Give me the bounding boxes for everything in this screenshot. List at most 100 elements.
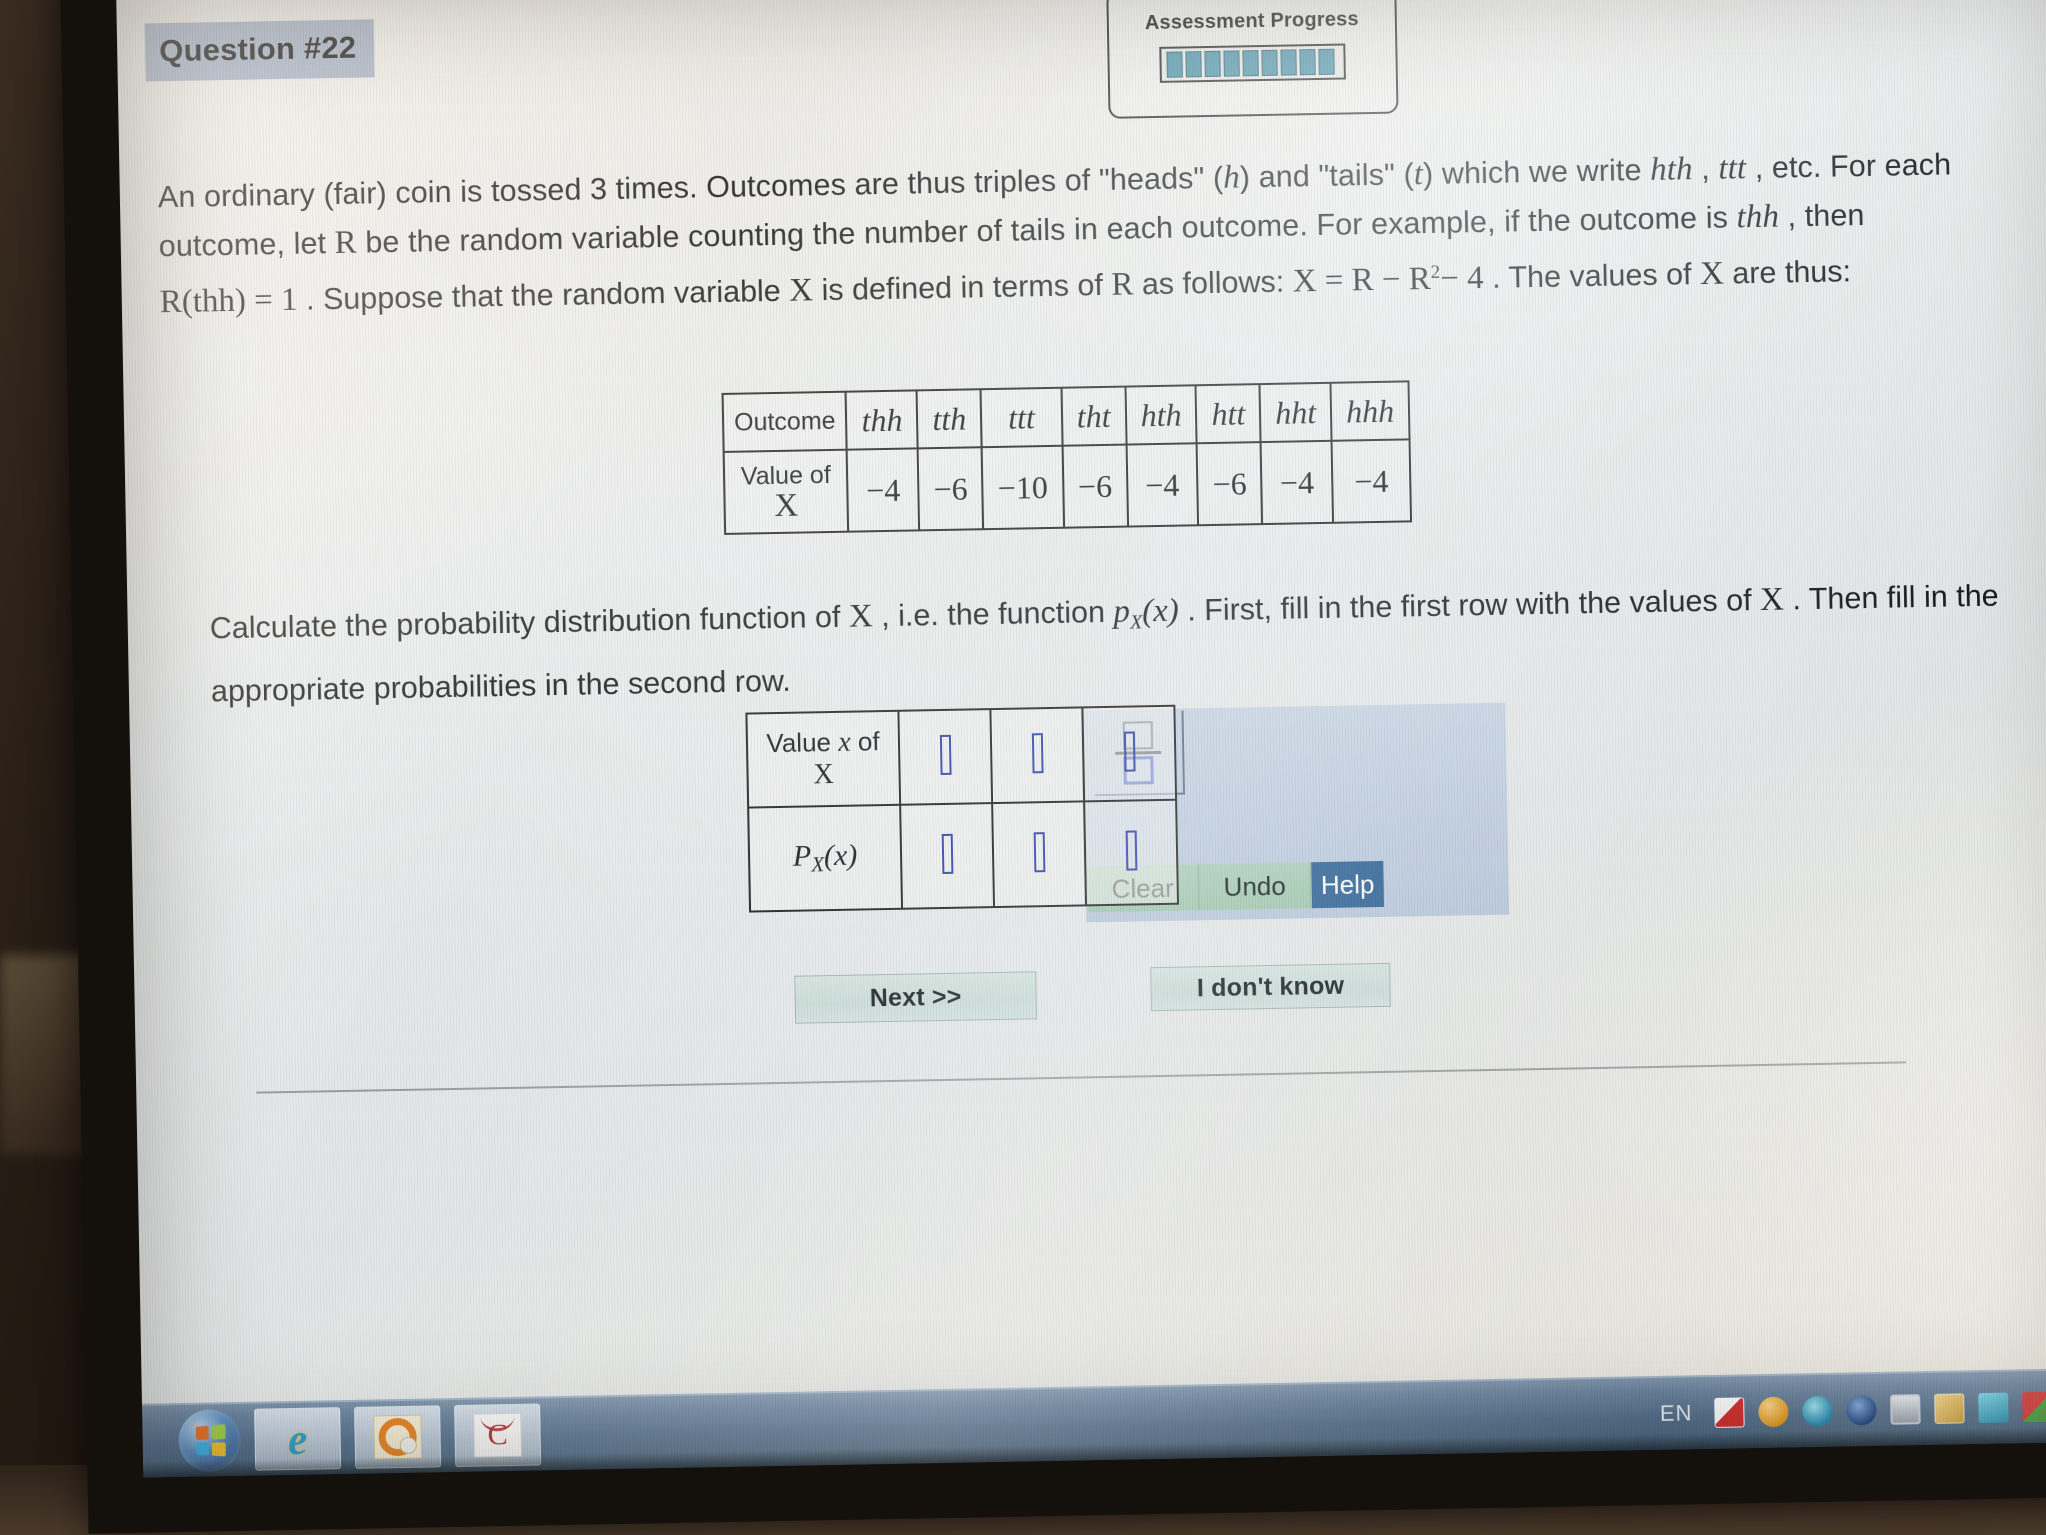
assessment-page: Question #22 Assessment Progress An ordi… — [116, 0, 2046, 1478]
text-cursor-icon[interactable] — [1123, 730, 1136, 772]
value-x-label-mid: of — [850, 726, 880, 757]
outcome-cell: hht — [1259, 382, 1332, 443]
q1-text-g: , then — [1778, 198, 1865, 234]
progress-segment — [1299, 49, 1316, 76]
value-x-label-var-x: x — [837, 726, 851, 758]
example-thh: thh — [1736, 198, 1780, 236]
antivirus-icon[interactable] — [1714, 1397, 1745, 1428]
value-x-input-cell-2[interactable] — [990, 707, 1085, 804]
update-icon[interactable] — [1758, 1396, 1789, 1428]
example-ttt: ttt — [1718, 150, 1747, 187]
value-cell: −6 — [1197, 442, 1263, 526]
outcome-row-header: Outcome — [722, 391, 848, 452]
q2-text-b: . Suppose that the random variable — [297, 273, 790, 317]
var-R: R — [334, 224, 358, 262]
value-cell: −6 — [1062, 444, 1128, 528]
next-button[interactable]: Next >> — [794, 971, 1038, 1024]
value-cell: −4 — [1260, 440, 1334, 525]
value-x-input-cell-3[interactable] — [1082, 705, 1177, 802]
probability-input-cell-2[interactable] — [992, 801, 1087, 908]
pmf-symbol-argument: (x) — [1141, 592, 1180, 630]
var-R-2: R — [1111, 266, 1134, 303]
progress-segment — [1185, 51, 1202, 78]
formula-equals-one: = 1 — [245, 281, 298, 319]
assessment-progress-label: Assessment Progress — [1144, 8, 1359, 35]
text-cursor-icon[interactable] — [939, 734, 952, 775]
assessment-progress-bar — [1159, 43, 1346, 83]
monitor-screen: Question #22 Assessment Progress An ordi… — [116, 0, 2046, 1478]
instruction-part-c: . First, fill in the first row with the … — [1178, 582, 1761, 628]
value-cell: −4 — [1126, 443, 1199, 527]
instruction-text: Calculate the probability distribution f… — [209, 569, 2021, 717]
progress-segment — [1204, 50, 1221, 78]
var-X-2: X — [1699, 255, 1725, 293]
text-cursor-icon[interactable] — [1033, 831, 1045, 872]
value-x-label-prefix: Value — [766, 726, 839, 759]
value-cell: −4 — [847, 448, 920, 532]
instruction-var-X-2: X — [1759, 581, 1785, 618]
probability-input-cell-1[interactable] — [900, 803, 995, 909]
formula-minus-four: − 4 — [1439, 260, 1484, 297]
pmf-symbol-p: p — [1113, 593, 1131, 630]
pmf-symbol-subscript: X — [1129, 611, 1143, 634]
q2-text-e: . The values of — [1483, 257, 1701, 296]
value-x-input-cell-1[interactable] — [898, 709, 993, 805]
formula-exponent: 2 — [1430, 261, 1441, 283]
language-indicator[interactable]: EN — [1660, 1400, 1693, 1427]
system-tray: EN — [1660, 1391, 2046, 1429]
display-icon[interactable] — [1890, 1394, 1921, 1425]
outcome-cell: thh — [845, 390, 918, 450]
table-row-values: Value of X −4 −6 −10 −6 −4 −6 −4 −4 — [723, 439, 1412, 534]
formula-R-thh: R(thh) — [159, 282, 247, 321]
outcome-cell: htt — [1195, 384, 1261, 444]
i-dont-know-button[interactable]: I don't know — [1150, 962, 1391, 1012]
outcome-cell: tth — [916, 389, 982, 449]
browser-icon[interactable] — [1846, 1394, 1877, 1426]
value-row-header-line2: X — [774, 487, 799, 525]
photo-of-monitor: Question #22 Assessment Progress An ordi… — [0, 0, 2046, 1535]
sync-icon[interactable] — [1802, 1395, 1833, 1427]
page-title: Question #22 — [144, 19, 375, 82]
instruction-var-X: X — [848, 598, 874, 635]
value-x-label-var-X: X — [813, 758, 834, 791]
progress-segment — [1318, 48, 1335, 75]
instruction-part-a: Calculate the probability distribution f… — [209, 599, 850, 646]
cloud-icon[interactable] — [1978, 1392, 2009, 1424]
progress-segment — [1280, 49, 1297, 76]
text-cursor-icon[interactable] — [1125, 829, 1137, 871]
value-x-row-label: Value x of X — [746, 710, 901, 808]
outcome-values-table: Outcome thh tth ttt tht hth htt hht hhh … — [721, 380, 1413, 535]
chegg-app-icon: C — [473, 1412, 523, 1458]
table-row-probability: PX(x) — [748, 799, 1178, 912]
probability-input-cell-3[interactable] — [1084, 799, 1178, 906]
value-row-header: Value of X — [723, 449, 849, 534]
assessment-progress-panel: Assessment Progress — [1106, 0, 1399, 119]
internet-explorer-icon: e — [287, 1414, 308, 1464]
q1-text-b: ) and "tails" ( — [1239, 157, 1415, 195]
progress-segment — [1242, 50, 1259, 77]
q1-text-c: ) which we write — [1422, 152, 1651, 192]
q1-text-d: , — [1692, 151, 1719, 187]
probability-distribution-table: Value x of X PX(x) — [745, 704, 1180, 913]
undo-button[interactable]: Undo — [1199, 862, 1313, 911]
instruction-part-b: , i.e. the function — [872, 594, 1114, 634]
value-cell: −4 — [1331, 439, 1412, 523]
var-h: h — [1222, 159, 1241, 196]
office-app-icon — [373, 1414, 423, 1460]
outcome-cell: hhh — [1330, 381, 1410, 441]
windows-logo-icon — [195, 1423, 226, 1457]
q1-text-a: An ordinary (fair) coin is tossed 3 time… — [157, 160, 1224, 215]
text-cursor-icon[interactable] — [1031, 732, 1044, 773]
text-cursor-icon[interactable] — [941, 833, 953, 874]
q2-text-d: as follows: — [1133, 264, 1293, 302]
probability-label-argument: (x) — [823, 838, 858, 873]
outcome-cell: ttt — [980, 387, 1063, 448]
progress-segment — [1261, 49, 1278, 77]
media-icon[interactable] — [1934, 1393, 1965, 1424]
q2-text-c: is defined in terms of — [812, 267, 1112, 308]
network-share-icon[interactable] — [2022, 1391, 2046, 1423]
answer-widget: Clear Undo Help Value x of X — [745, 699, 1510, 931]
help-button[interactable]: Help — [1311, 860, 1385, 909]
probability-label-P: P — [792, 839, 812, 873]
var-X: X — [788, 272, 814, 309]
